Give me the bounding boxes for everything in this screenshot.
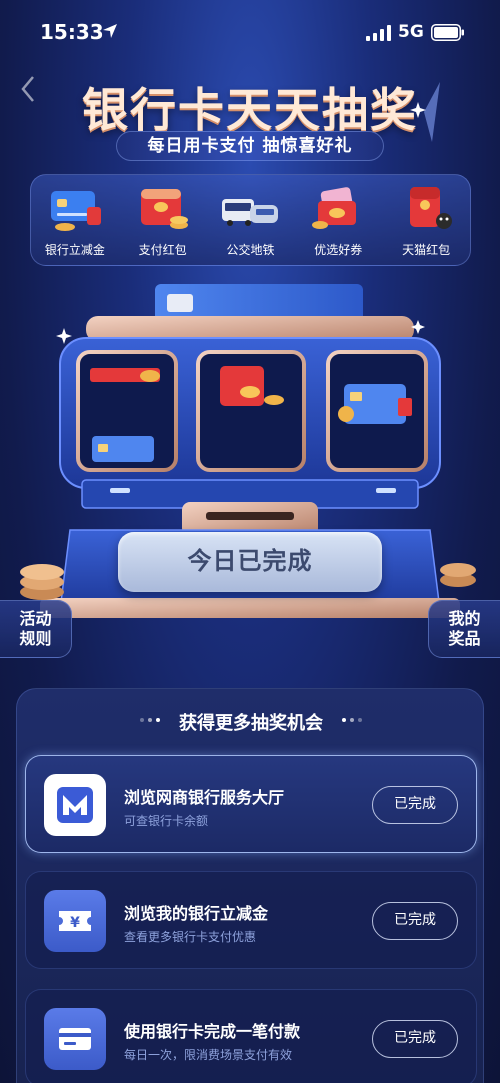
prize-label: 公交地铁 bbox=[226, 243, 275, 257]
my-prizes-button[interactable]: 我的 奖品 bbox=[428, 600, 500, 658]
mybank-logo-icon bbox=[57, 787, 93, 823]
yen-ticket-icon: ¥ bbox=[59, 911, 91, 931]
bus-train-icon bbox=[222, 199, 279, 226]
task-completed-button[interactable]: 已完成 bbox=[372, 786, 458, 824]
prize-label: 天猫红包 bbox=[402, 243, 451, 257]
task-desc: 每日一次，限消费场景支付有效 bbox=[124, 1048, 293, 1062]
task-desc: 查看更多银行卡支付优惠 bbox=[124, 930, 257, 944]
task-card[interactable]: ¥ 浏览我的银行立减金 查看更多银行卡支付优惠 已完成 bbox=[25, 871, 477, 969]
task-title: 使用银行卡完成一笔付款 bbox=[124, 1022, 301, 1041]
draw-status-button[interactable]: 今日已完成 bbox=[118, 532, 382, 592]
prize-label: 银行立减金 bbox=[44, 243, 105, 257]
status-bar: 15:33 5G bbox=[0, 0, 500, 64]
signal-icon bbox=[366, 25, 391, 41]
task-title: 浏览网商银行服务大厅 bbox=[124, 788, 285, 807]
tmall-red-packet-icon bbox=[410, 187, 453, 229]
tasks-title: 获得更多抽奖机会 bbox=[179, 713, 323, 734]
prize-label: 支付红包 bbox=[138, 243, 187, 257]
rules-line-2: 规则 bbox=[19, 629, 52, 648]
prize-item-tmall: 天猫红包 bbox=[384, 185, 468, 258]
task-icon-box: ¥ bbox=[44, 890, 106, 952]
prize-item-bus-metro: 公交地铁 bbox=[208, 185, 292, 258]
rules-line-1: 活动 bbox=[19, 609, 52, 628]
prize-strip: 银行立减金 支付红包 公交地铁 优选好券 天猫红包 bbox=[30, 174, 471, 266]
task-icon-box bbox=[44, 774, 106, 836]
slot-machine-illustration bbox=[20, 284, 476, 618]
task-desc: 可查银行卡余额 bbox=[124, 814, 209, 828]
battery-icon bbox=[431, 24, 464, 41]
prize-item-red-packet: 支付红包 bbox=[121, 185, 205, 258]
task-card[interactable]: 使用银行卡完成一笔付款 每日一次，限消费场景支付有效 已完成 bbox=[25, 989, 477, 1083]
status-time: 15:33 bbox=[40, 20, 104, 44]
prize-item-coupons: 优选好券 bbox=[296, 185, 380, 258]
prizes-line-1: 我的 bbox=[448, 609, 481, 628]
bank-card-icon bbox=[59, 1028, 91, 1050]
task-title: 浏览我的银行立减金 bbox=[124, 904, 269, 923]
svg-text:¥: ¥ bbox=[70, 915, 80, 931]
card-discount-icon bbox=[50, 191, 101, 231]
task-completed-button[interactable]: 已完成 bbox=[372, 1020, 458, 1058]
red-packet-icon bbox=[140, 189, 188, 229]
tasks-panel: 获得更多抽奖机会 浏览网商银行服务大厅 可查银行卡余额 已完成 ¥ 浏览我的银行… bbox=[16, 688, 484, 1083]
subtitle-pill: 每日用卡支付 抽惊喜好礼 bbox=[116, 131, 384, 161]
location-arrow-icon bbox=[103, 24, 117, 38]
task-icon-box bbox=[44, 1008, 106, 1070]
network-label: 5G bbox=[398, 22, 424, 42]
prizes-line-2: 奖品 bbox=[448, 629, 481, 648]
task-completed-button[interactable]: 已完成 bbox=[372, 902, 458, 940]
coupon-icon bbox=[312, 187, 357, 229]
prize-item-bank-discount: 银行立减金 bbox=[33, 185, 117, 258]
title-decoration-icon bbox=[342, 718, 362, 722]
sparkle-icon bbox=[410, 82, 440, 142]
prize-label: 优选好券 bbox=[314, 243, 363, 257]
task-card[interactable]: 浏览网商银行服务大厅 可查银行卡余额 已完成 bbox=[25, 755, 477, 853]
activity-rules-button[interactable]: 活动 规则 bbox=[0, 600, 72, 658]
